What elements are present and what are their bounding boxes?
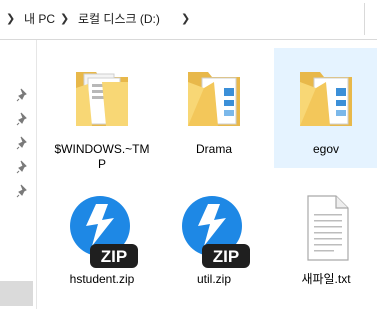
breadcrumb-local-disk[interactable]: 로컬 디스크 (D:) (78, 11, 160, 27)
pin-icon[interactable] (16, 112, 30, 126)
folder-icon (76, 72, 128, 126)
pin-icon[interactable] (16, 88, 30, 102)
chevron-right-icon[interactable]: ❯ (181, 11, 190, 27)
pin-icon[interactable] (16, 184, 30, 198)
chevron-right-icon[interactable]: ❯ (60, 11, 69, 27)
file-name: $WINDOWS.~TMP (54, 142, 150, 171)
nav-selected-item[interactable] (0, 281, 33, 306)
zip-badge-text: ZIP (213, 247, 239, 266)
folder-icon (188, 72, 240, 126)
zip-badge-text: ZIP (101, 247, 127, 266)
pin-icon[interactable] (16, 136, 30, 150)
file-item[interactable]: 새파일.txt (274, 178, 377, 298)
file-item-selected[interactable]: egov (274, 48, 377, 168)
file-name: egov (312, 142, 340, 156)
file-item[interactable]: $WINDOWS.~TMP (50, 48, 154, 171)
text-file-icon (307, 195, 349, 261)
file-name: hstudent.zip (69, 272, 135, 286)
address-separator (364, 3, 365, 35)
file-name: 새파일.txt (301, 272, 351, 286)
address-bar[interactable]: ❯ 내 PC ❯ 로컬 디스크 (D:) ❯ (0, 0, 377, 40)
breadcrumb-this-pc[interactable]: 내 PC (24, 11, 55, 27)
chevron-right-icon[interactable]: ❯ (6, 11, 15, 27)
file-name: util.zip (196, 272, 231, 286)
file-item[interactable]: ZIP hstudent.zip (50, 178, 154, 298)
file-item[interactable]: ZIP util.zip (162, 178, 266, 298)
zip-archive-icon: ZIP (182, 196, 250, 268)
folder-icon (300, 72, 352, 126)
navigation-pane[interactable] (0, 40, 37, 309)
file-name: Drama (195, 142, 232, 156)
zip-archive-icon: ZIP (70, 196, 138, 268)
file-item[interactable]: Drama (162, 48, 266, 168)
pin-icon[interactable] (16, 160, 30, 174)
